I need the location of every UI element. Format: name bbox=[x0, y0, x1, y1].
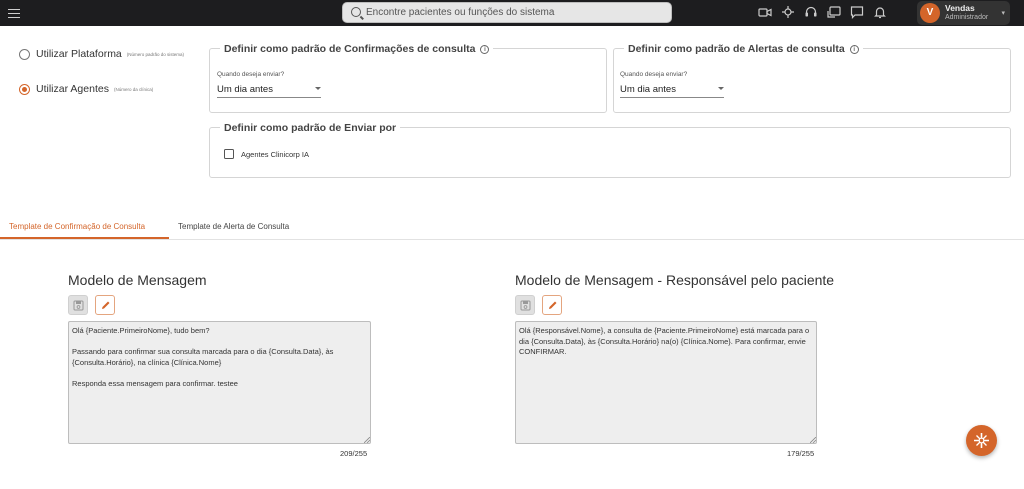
confirmations-card: Definir como padrão de Confirmações de c… bbox=[209, 43, 607, 113]
user-name: Vendas bbox=[945, 3, 975, 13]
tab-confirmacao[interactable]: Template de Confirmação de Consulta bbox=[9, 222, 145, 231]
user-role: Administrador bbox=[945, 14, 989, 21]
resize-handle-icon[interactable] bbox=[364, 437, 370, 443]
search-placeholder: Encontre pacientes ou funções do sistema bbox=[366, 7, 555, 18]
edit-button[interactable] bbox=[542, 295, 562, 315]
radio-label: Utilizar Agentes bbox=[36, 83, 109, 95]
template-title: Modelo de Mensagem bbox=[68, 272, 207, 288]
save-icon bbox=[73, 300, 84, 311]
agentes-checkbox[interactable] bbox=[224, 149, 234, 159]
radio-note: (Número padrão do sistema) bbox=[126, 51, 185, 57]
card-title: Definir como padrão de Enviar por bbox=[220, 122, 401, 134]
char-counter: 179/255 bbox=[787, 449, 815, 458]
radio-button-checked[interactable] bbox=[19, 83, 30, 95]
chevron-down-icon bbox=[315, 87, 321, 90]
card-title: Definir como padrão de Alertas de consul… bbox=[624, 43, 863, 55]
bell-icon[interactable] bbox=[873, 5, 887, 19]
menu-icon[interactable] bbox=[8, 6, 20, 20]
video-icon[interactable] bbox=[758, 5, 772, 19]
headset-icon[interactable] bbox=[804, 5, 818, 19]
alerts-when-select[interactable]: Um dia antes bbox=[620, 82, 724, 98]
info-icon[interactable]: i bbox=[849, 44, 859, 54]
select-value: Um dia antes bbox=[620, 84, 676, 95]
send-by-card: Definir como padrão de Enviar por Agente… bbox=[209, 122, 1011, 178]
radio-button[interactable] bbox=[19, 48, 30, 60]
save-icon bbox=[520, 300, 531, 311]
card-title-text: Definir como padrão de Confirmações de c… bbox=[224, 43, 476, 55]
tab-alerta[interactable]: Template de Alerta de Consulta bbox=[178, 222, 289, 231]
radio-note: (Número da clínica) bbox=[113, 86, 154, 92]
top-icons bbox=[758, 5, 887, 21]
card-title: Definir como padrão de Confirmações de c… bbox=[220, 43, 494, 55]
top-bar: Encontre pacientes ou funções do sistema… bbox=[0, 0, 1024, 26]
card-title-text: Definir como padrão de Enviar por bbox=[224, 122, 397, 134]
crosshair-icon[interactable] bbox=[781, 5, 795, 19]
search-input[interactable]: Encontre pacientes ou funções do sistema bbox=[342, 2, 672, 23]
checkbox-label: Agentes Clinicorp IA bbox=[241, 150, 309, 159]
assistant-fab-button[interactable] bbox=[966, 425, 997, 456]
field-label: Quando deseja enviar? bbox=[217, 71, 285, 78]
card-title-text: Definir como padrão de Alertas de consul… bbox=[628, 43, 845, 55]
message-textarea[interactable]: Olá {Paciente.PrimeiroNome}, tudo bem? P… bbox=[68, 321, 371, 444]
select-value: Um dia antes bbox=[217, 84, 273, 95]
save-button[interactable] bbox=[515, 295, 535, 315]
save-button[interactable] bbox=[68, 295, 88, 315]
radio-utilizar-agentes[interactable]: Utilizar Agentes (Número da clínica) bbox=[19, 83, 153, 95]
radio-utilizar-plataforma[interactable]: Utilizar Plataforma (Número padrão do si… bbox=[19, 48, 184, 60]
avatar: V bbox=[920, 3, 940, 23]
resize-handle-icon[interactable] bbox=[810, 437, 816, 443]
divider bbox=[0, 239, 1024, 240]
field-label: Quando deseja enviar? bbox=[620, 71, 688, 78]
chevron-down-icon: ▾ bbox=[1001, 10, 1005, 17]
radio-label: Utilizar Plataforma bbox=[36, 48, 122, 60]
chat-transfer-icon[interactable] bbox=[827, 5, 841, 19]
user-menu[interactable]: V Vendas Administrador ▾ bbox=[917, 1, 1010, 25]
chevron-down-icon bbox=[718, 87, 724, 90]
info-icon[interactable]: i bbox=[480, 44, 490, 54]
sparkle-icon bbox=[974, 433, 989, 448]
pencil-icon bbox=[102, 301, 110, 309]
confirmations-when-select[interactable]: Um dia antes bbox=[217, 82, 321, 98]
search-icon bbox=[351, 7, 361, 17]
char-counter: 209/255 bbox=[340, 449, 368, 458]
responsible-message-textarea[interactable]: Olá {Responsável.Nome}, a consulta de {P… bbox=[515, 321, 817, 444]
chat-icon[interactable] bbox=[850, 5, 864, 19]
template-title: Modelo de Mensagem - Responsável pelo pa… bbox=[515, 272, 835, 288]
edit-button[interactable] bbox=[95, 295, 115, 315]
alerts-card: Definir como padrão de Alertas de consul… bbox=[613, 43, 1011, 113]
pencil-icon bbox=[549, 301, 557, 309]
